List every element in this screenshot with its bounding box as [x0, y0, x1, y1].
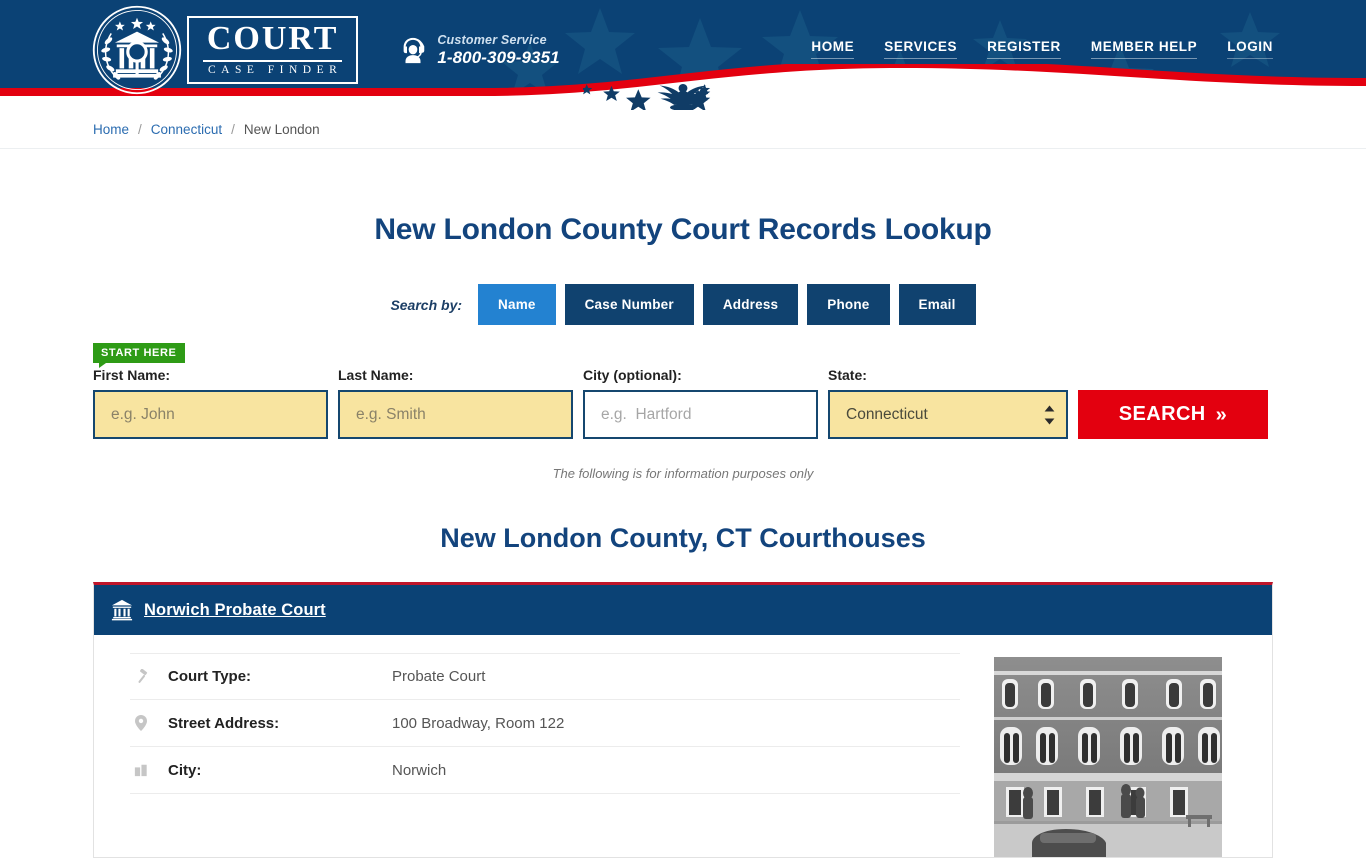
search-button-label: SEARCH: [1118, 403, 1206, 425]
court-card: Norwich Probate Court Court Type: Probat: [93, 582, 1273, 858]
city-icon: [130, 763, 152, 777]
main-content: New London County Court Records Lookup S…: [93, 212, 1273, 858]
gavel-icon: [130, 669, 152, 684]
first-name-input[interactable]: [93, 390, 328, 439]
courthouses-section-title: New London County, CT Courthouses: [440, 523, 926, 553]
double-chevron-right-icon: »: [1215, 403, 1228, 426]
street-address-label: Street Address:: [168, 714, 280, 732]
nav-link-register[interactable]: REGISTER: [987, 39, 1061, 59]
city-label: City (optional):: [583, 367, 682, 383]
site-logo[interactable]: COURT CASE FINDER: [91, 4, 359, 96]
bank-courthouse-icon: [111, 599, 133, 621]
state-select[interactable]: Connecticut: [828, 390, 1068, 439]
breadcrumb: Home / Connecticut / New London: [93, 122, 1273, 137]
nav-link-home[interactable]: HOME: [811, 39, 855, 59]
court-type-value: Probate Court: [392, 668, 486, 685]
breadcrumb-bar: Home / Connecticut / New London: [0, 110, 1366, 149]
tab-phone[interactable]: Phone: [807, 284, 890, 325]
logo-wordmark: COURT: [206, 20, 339, 58]
breadcrumb-separator: /: [231, 121, 235, 137]
search-form: START HERE First Name: Last Name: City (…: [93, 343, 1273, 439]
tab-name[interactable]: Name: [478, 284, 556, 325]
first-name-label: First Name:: [93, 367, 171, 383]
table-row: Street Address: 100 Broadway, Room 122: [130, 700, 960, 747]
court-building-photo: [994, 657, 1222, 857]
city-value: Norwich: [392, 761, 447, 779]
last-name-input[interactable]: [338, 390, 573, 439]
search-button[interactable]: SEARCH »: [1078, 390, 1268, 439]
main-navigation: HOME SERVICES REGISTER MEMBER HELP LOGIN: [811, 39, 1273, 61]
search-by-tabs: Search by: Name Case Number Address Phon…: [93, 284, 1273, 325]
table-row: Court Type: Probate Court: [130, 653, 960, 700]
city-input[interactable]: [583, 390, 818, 439]
nav-link-services[interactable]: SERVICES: [884, 39, 957, 59]
table-row: City: Norwich: [130, 747, 960, 794]
nav-link-login[interactable]: LOGIN: [1227, 39, 1273, 59]
courthouse-seal-icon: [92, 5, 182, 95]
headset-support-icon: [403, 37, 425, 64]
breadcrumb-item-connecticut[interactable]: Connecticut: [151, 122, 222, 137]
city-value-label: City:: [168, 761, 202, 779]
street-address-value: 100 Broadway, Room 122: [392, 714, 565, 732]
nav-link-member-help[interactable]: MEMBER HELP: [1090, 39, 1198, 59]
last-name-label: Last Name:: [338, 367, 414, 383]
customer-service-label: Customer Service: [437, 32, 547, 47]
tab-address[interactable]: Address: [702, 284, 799, 325]
map-pin-icon: [130, 715, 152, 731]
start-here-badge: START HERE: [93, 343, 186, 369]
state-label: State:: [828, 367, 867, 383]
site-header: COURT CASE FINDER Customer Service 1-800…: [0, 0, 1366, 110]
info-purposes-note: The following is for information purpose…: [552, 466, 814, 481]
breadcrumb-separator: /: [138, 121, 142, 137]
tab-email[interactable]: Email: [898, 284, 976, 325]
court-detail-list: Court Type: Probate Court Street Address…: [130, 653, 960, 857]
court-card-header: Norwich Probate Court: [94, 585, 1272, 635]
logo-subtitle: CASE FINDER: [208, 64, 343, 77]
court-card-body: Court Type: Probate Court Street Address…: [94, 635, 1272, 857]
page-title: New London County Court Records Lookup: [374, 213, 992, 246]
breadcrumb-item-home[interactable]: Home: [93, 122, 129, 137]
customer-service-phone[interactable]: 1-800-309-9351: [437, 48, 559, 68]
customer-service-block[interactable]: Customer Service 1-800-309-9351: [398, 32, 560, 68]
logo-divider: [203, 60, 343, 63]
court-type-label: Court Type:: [168, 668, 252, 685]
tab-case-number[interactable]: Case Number: [564, 284, 694, 325]
breadcrumb-item-current: New London: [243, 121, 320, 137]
court-name-link[interactable]: Norwich Probate Court: [144, 601, 326, 620]
search-by-label: Search by:: [390, 296, 463, 313]
